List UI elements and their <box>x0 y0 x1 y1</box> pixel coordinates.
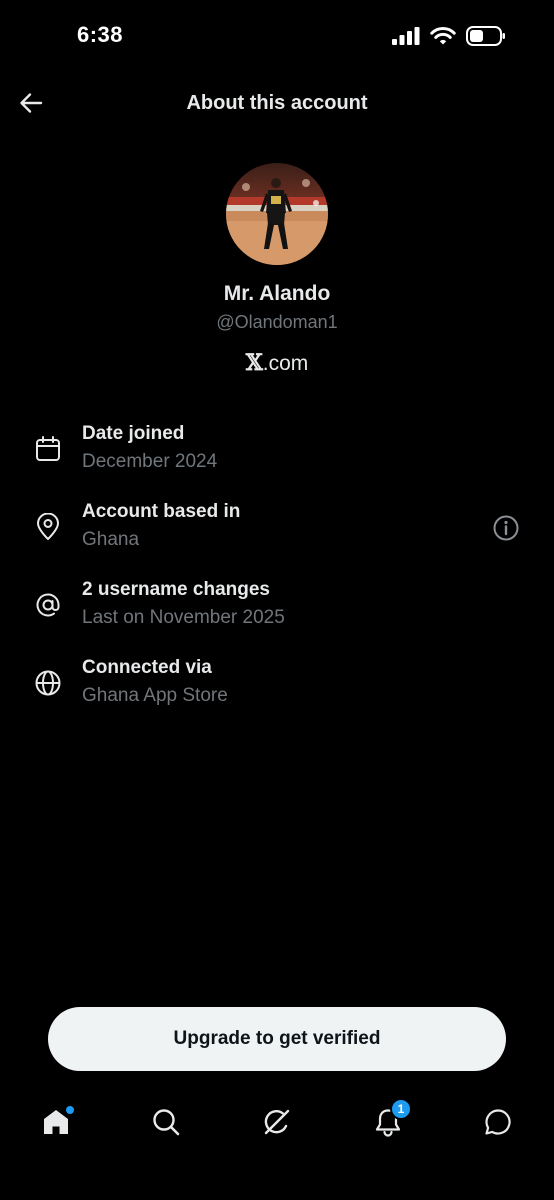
site-suffix: .com <box>262 352 309 375</box>
header: About this account <box>0 80 554 130</box>
profile-site: 𝕏.com <box>0 350 554 376</box>
home-unread-dot <box>66 1106 74 1114</box>
globe-icon <box>34 669 62 697</box>
nav-messages[interactable] <box>478 1104 518 1144</box>
at-sign-icon <box>34 591 62 619</box>
battery-icon <box>466 26 506 51</box>
upgrade-verified-button[interactable]: Upgrade to get verified <box>48 1007 506 1071</box>
notifications-badge: 1 <box>390 1098 412 1120</box>
info-icon[interactable] <box>492 514 520 542</box>
info-title: Connected via <box>82 657 212 678</box>
page-title: About this account <box>186 92 368 114</box>
status-time: 6:38 <box>77 22 124 47</box>
info-subtitle: Last on November 2025 <box>82 607 285 628</box>
info-title: Account based in <box>82 501 241 522</box>
bottom-nav: 1 <box>0 1090 554 1160</box>
wifi-icon <box>430 26 456 51</box>
grok-icon <box>262 1107 292 1142</box>
search-icon <box>151 1107 181 1142</box>
nav-search[interactable] <box>146 1104 186 1144</box>
info-title: Date joined <box>82 423 185 444</box>
info-row-date-joined: Date joined December 2024 <box>0 423 554 483</box>
nav-notifications[interactable]: 1 <box>368 1098 412 1144</box>
info-row-username-changes: 2 username changes Last on November 2025 <box>0 579 554 639</box>
status-bar: 6:38 <box>0 0 554 74</box>
nav-home[interactable] <box>36 1104 76 1144</box>
nav-grok[interactable] <box>257 1104 297 1144</box>
x-logo-mark: 𝕏 <box>245 350 263 376</box>
info-subtitle: December 2024 <box>82 451 218 472</box>
avatar[interactable] <box>226 163 328 265</box>
profile-name: Mr. Alando <box>223 282 331 305</box>
status-icons <box>392 26 506 51</box>
signal-icon <box>392 27 420 50</box>
info-row-connected-via: Connected via Ghana App Store <box>0 657 554 717</box>
calendar-icon <box>34 435 62 463</box>
info-row-account-based-in: Account based in Ghana <box>0 501 554 561</box>
messages-icon <box>483 1107 513 1142</box>
info-subtitle: Ghana <box>82 529 140 550</box>
profile-handle[interactable]: @Olandoman1 <box>0 312 554 333</box>
info-title: 2 username changes <box>82 579 270 600</box>
info-subtitle: Ghana App Store <box>82 685 228 706</box>
location-pin-icon <box>34 512 62 541</box>
